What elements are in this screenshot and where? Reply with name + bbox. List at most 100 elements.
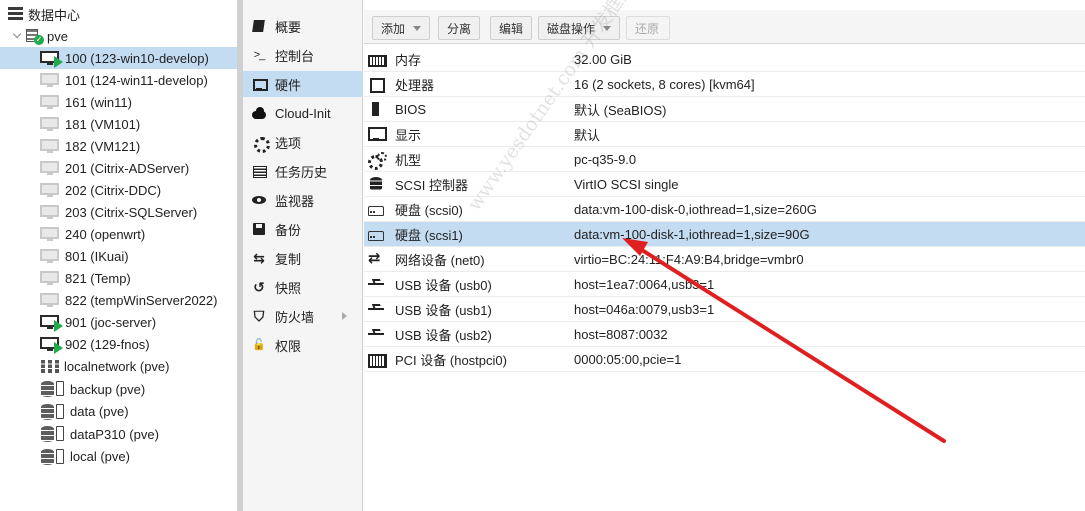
hardware-value: host=046a:0079,usb3=1 — [574, 301, 715, 317]
hardware-name: USB 设备 (usb2) — [395, 327, 492, 343]
edit-button[interactable]: 编辑 — [490, 16, 532, 40]
chevron-down-icon[interactable] — [12, 30, 24, 42]
hardware-row[interactable]: 机型 pc-q35-9.0 — [364, 147, 1085, 172]
hardware-row[interactable]: 硬盘 (scsi1) data:vm-100-disk-1,iothread=1,… — [364, 222, 1085, 247]
nav-item[interactable]: ⛉ 防火墙 — [243, 303, 363, 329]
nav-item[interactable]: ⇆ 复制 — [243, 245, 363, 271]
add-button[interactable]: 添加 — [372, 16, 430, 40]
hardware-value: host=8087:0032 — [574, 326, 668, 342]
tree-vm-item[interactable]: 203 (Citrix-SQLServer) — [0, 201, 237, 223]
detach-button[interactable]: 分离 — [438, 16, 480, 40]
tree-vm-item[interactable]: 821 (Temp) — [0, 267, 237, 289]
list-icon — [252, 164, 267, 178]
tree-node-pve[interactable]: ✓ pve — [0, 25, 237, 47]
hardware-name: USB 设备 (usb1) — [395, 302, 492, 318]
hardware-value: data:vm-100-disk-0,iothread=1,size=260G — [574, 201, 817, 217]
nav-item[interactable]: Cloud-Init — [243, 100, 363, 126]
resource-tree: 数据中心 ✓ pve 100 (123-win10-develop) 101 (1… — [0, 0, 237, 511]
retweet-icon: ⇆ — [253, 250, 265, 266]
hardware-value: 32.00 GiB — [574, 51, 632, 67]
vm-stopped-icon — [40, 204, 60, 220]
tree-datacenter[interactable]: 数据中心 — [0, 3, 237, 25]
hardware-row[interactable]: USB 设备 (usb0) host=1ea7:0064,usb3=1 — [364, 272, 1085, 297]
database-icon — [368, 177, 385, 191]
hardware-value: virtio=BC:24:11:F4:A9:B4,bridge=vmbr0 — [574, 251, 804, 267]
tree-storage-item[interactable]: backup (pve) — [0, 378, 237, 400]
hardware-row[interactable]: 硬盘 (scsi0) data:vm-100-disk-0,iothread=1,… — [364, 197, 1085, 222]
monitor-icon — [252, 77, 268, 91]
detach-button-label: 分离 — [447, 21, 472, 36]
nav-item[interactable]: 任务历史 — [243, 158, 363, 184]
tree-vm-item[interactable]: 182 (VM121) — [0, 135, 237, 157]
hardware-name: BIOS — [395, 101, 427, 117]
tree-vm-item[interactable]: 181 (VM101) — [0, 113, 237, 135]
nav-item-label: 权限 — [275, 338, 302, 354]
tree-storage-label: data (pve) — [70, 404, 129, 419]
tree-vm-item[interactable]: 201 (Citrix-ADServer) — [0, 157, 237, 179]
hardware-value: 0000:05:00,pcie=1 — [574, 351, 682, 367]
storage-icon — [41, 448, 65, 465]
chip-icon — [368, 102, 385, 116]
chevron-right-icon — [342, 312, 347, 320]
vm-config-nav: 概要 >_ 控制台硬件 Cloud-Init 选项任务历史监视器备份 ⇆ 复制 ↺ 快照 ⛉ 防火墙… — [243, 0, 363, 511]
vm-stopped-icon — [40, 116, 60, 132]
nav-item[interactable]: ↺ 快照 — [243, 274, 363, 300]
tree-vm-label: 182 (VM121) — [65, 138, 141, 154]
hardware-name: 网络设备 (net0) — [395, 252, 485, 268]
tree-vm-label: 821 (Temp) — [65, 270, 131, 286]
usb-icon — [368, 302, 385, 316]
tree-vm-label: 801 (IKuai) — [65, 248, 129, 264]
tree-vm-item[interactable]: 902 (129-fnos) — [0, 333, 237, 355]
tree-vm-item[interactable]: 240 (openwrt) — [0, 223, 237, 245]
gears-icon — [368, 152, 387, 170]
vm-stopped-icon — [40, 248, 60, 264]
vm-stopped-icon — [40, 72, 60, 88]
tree-vm-item[interactable]: 101 (124-win11-develop) — [0, 69, 237, 91]
hardware-row[interactable]: 网络设备 (net0) virtio=BC:24:11:F4:A9:B4,brid… — [364, 247, 1085, 272]
nav-item[interactable]: 监视器 — [243, 187, 363, 213]
tree-vm-label: 202 (Citrix-DDC) — [65, 182, 162, 198]
hardware-row[interactable]: SCSI 控制器 VirtIO SCSI single — [364, 172, 1085, 197]
hardware-name: 内存 — [395, 52, 422, 68]
hardware-row[interactable]: PCI 设备 (hostpci0) 0000:05:00,pcie=1 — [364, 347, 1085, 372]
edit-button-label: 编辑 — [499, 21, 524, 36]
hardware-row[interactable]: 显示 默认 — [364, 122, 1085, 147]
hardware-row[interactable]: 处理器 16 (2 sockets, 8 cores) [kvm64] — [364, 72, 1085, 97]
nav-item[interactable]: 概要 — [243, 13, 363, 39]
hdd-icon — [368, 227, 385, 241]
tree-vm-label: 203 (Citrix-SQLServer) — [65, 204, 198, 220]
tree-vm-item[interactable]: 100 (123-win10-develop) — [0, 47, 237, 69]
nav-item-label: 选项 — [275, 135, 302, 151]
pci-icon — [368, 352, 387, 368]
nav-item-label: 控制台 — [275, 48, 315, 64]
nav-item[interactable]: 🔓 权限 — [243, 332, 363, 358]
tree-vm-label: 822 (tempWinServer2022) — [65, 292, 218, 308]
nav-item[interactable]: 选项 — [243, 129, 363, 155]
revert-button[interactable]: 还原 — [626, 16, 670, 40]
nav-item[interactable]: 备份 — [243, 216, 363, 242]
nav-item[interactable]: 硬件 — [243, 71, 363, 97]
hardware-row[interactable]: 内存 32.00 GiB — [364, 47, 1085, 72]
nav-item-label: Cloud-Init — [275, 105, 331, 121]
nav-item[interactable]: >_ 控制台 — [243, 42, 363, 68]
tree-storage-item[interactable]: dataP310 (pve) — [0, 423, 237, 445]
tree-vm-item[interactable]: 801 (IKuai) — [0, 245, 237, 267]
hardware-value: pc-q35-9.0 — [574, 151, 637, 167]
tree-vm-item[interactable]: 901 (joc-server) — [0, 311, 237, 333]
hardware-row[interactable]: BIOS 默认 (SeaBIOS) — [364, 97, 1085, 122]
tree-storage-item[interactable]: local (pve) — [0, 446, 237, 468]
tree-vm-item[interactable]: 202 (Citrix-DDC) — [0, 179, 237, 201]
hardware-name: PCI 设备 (hostpci0) — [395, 352, 507, 368]
hardware-name: 机型 — [395, 152, 422, 168]
hardware-row[interactable]: USB 设备 (usb1) host=046a:0079,usb3=1 — [364, 297, 1085, 322]
tree-vm-item[interactable]: 822 (tempWinServer2022) — [0, 289, 237, 311]
tree-sdn-zone[interactable]: localnetwork (pve) — [0, 355, 237, 377]
tree-vm-item[interactable]: 161 (win11) — [0, 91, 237, 113]
hardware-name: 显示 — [395, 127, 422, 143]
disk-action-button[interactable]: 磁盘操作 — [538, 16, 620, 40]
tree-storage-item[interactable]: data (pve) — [0, 401, 237, 423]
hardware-toolbar: 添加 分离 编辑 磁盘操作 还原 — [364, 10, 1085, 44]
hardware-row[interactable]: USB 设备 (usb2) host=8087:0032 — [364, 322, 1085, 347]
add-button-label: 添加 — [381, 21, 406, 36]
chevron-down-icon — [603, 25, 612, 31]
